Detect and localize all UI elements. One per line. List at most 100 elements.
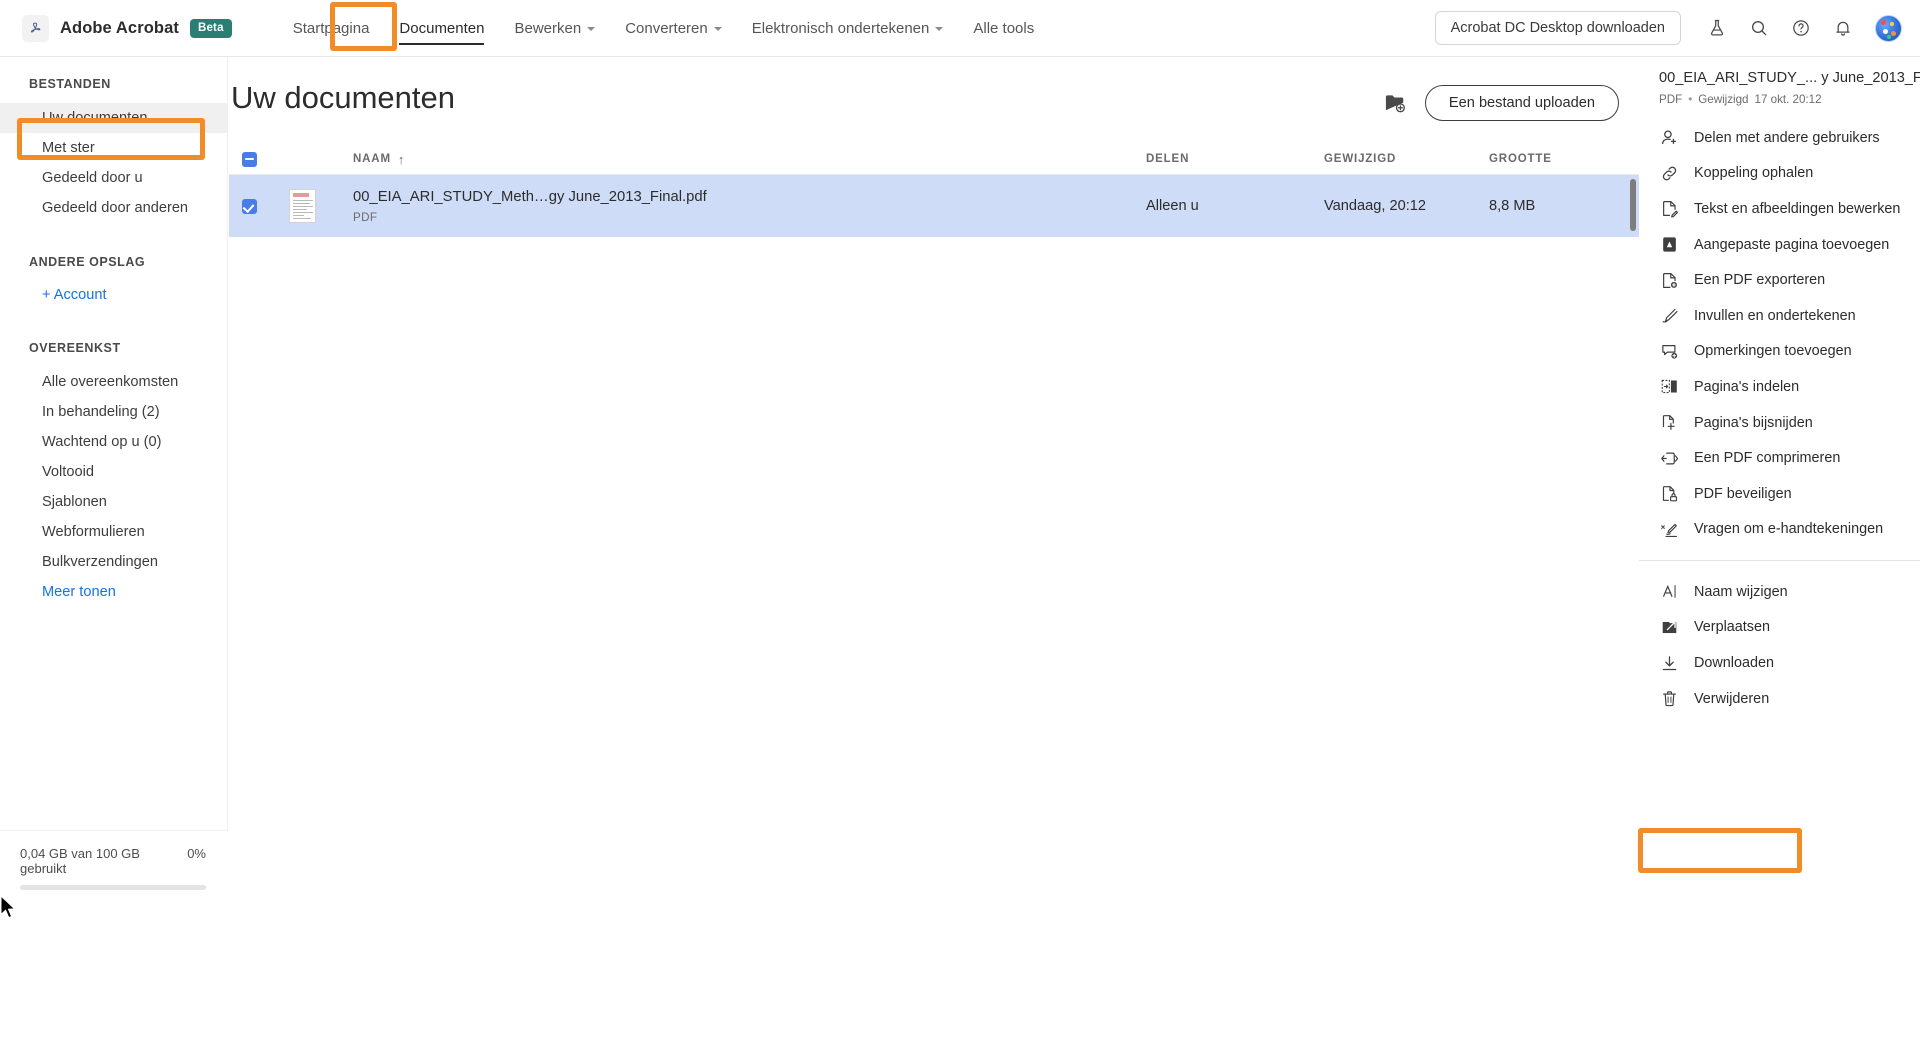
action-label: Invullen en ondertekenen: [1694, 307, 1856, 324]
column-label: DELEN: [1146, 153, 1190, 165]
avatar[interactable]: [1875, 14, 1902, 42]
sidebar-item-voltooid[interactable]: Voltooid: [0, 457, 227, 487]
action-downloaden[interactable]: Downloaden: [1639, 645, 1920, 681]
sidebar-item-label: Sjablonen: [42, 494, 107, 510]
column-header-naam[interactable]: NAAM ↑: [305, 152, 1146, 167]
select-all-checkbox[interactable]: [242, 151, 257, 167]
top-right-actions: Acrobat DC Desktop downloaden: [1434, 9, 1902, 47]
upload-file-button[interactable]: Een bestand uploaden: [1424, 85, 1619, 121]
action-invullen-en-ondertekenen[interactable]: Invullen en ondertekenen: [1639, 298, 1920, 334]
panel-actions-group-file: Naam wijzigen Verplaatsen Downloaden Ver…: [1639, 574, 1920, 716]
action-label: Vragen om e-handtekeningen: [1694, 521, 1884, 538]
table-row[interactable]: 00_EIA_ARI_STUDY_Meth…gy June_2013_Final…: [229, 175, 1639, 237]
action-label: Koppeling ophalen: [1694, 165, 1814, 182]
sidebar-item-bulkverzendingen[interactable]: Bulkverzendingen: [0, 547, 227, 577]
share-user-icon: [1659, 128, 1679, 148]
panel-file-meta: PDF • Gewijzigd 17 okt. 20:12: [1639, 88, 1920, 106]
scrollbar-thumb[interactable]: [1630, 179, 1636, 231]
compress-pdf-icon: [1659, 448, 1679, 468]
file-size: 8,8 MB: [1489, 198, 1536, 214]
chevron-down-icon: [713, 27, 722, 31]
action-opmerkingen-toevoegen[interactable]: Opmerkingen toevoegen: [1639, 334, 1920, 370]
action-koppeling-ophalen[interactable]: Koppeling ophalen: [1639, 156, 1920, 192]
comment-icon: [1659, 341, 1679, 361]
column-header-grootte[interactable]: GROOTTE: [1489, 153, 1639, 165]
new-folder-icon[interactable]: [1384, 93, 1407, 113]
fill-sign-icon: [1659, 306, 1679, 326]
flask-icon[interactable]: [1698, 9, 1736, 47]
nav-item-alle-tools[interactable]: Alle tools: [958, 0, 1049, 57]
action-label: Een PDF exporteren: [1694, 272, 1826, 289]
sort-ascending-icon: ↑: [397, 151, 406, 167]
sidebar-item-uw-documenten[interactable]: Uw documenten: [0, 103, 227, 133]
brand-area[interactable]: Adobe Acrobat Beta: [22, 14, 232, 42]
page-title: Uw documenten: [231, 80, 456, 115]
sidebar-item-label: + Account: [42, 287, 107, 303]
panel-actions-group-primary: Delen met andere gebruikers Koppeling op…: [1639, 120, 1920, 547]
export-pdf-icon: [1659, 270, 1679, 290]
nav-item-documenten[interactable]: Documenten: [384, 0, 499, 57]
nav-item-startpagina[interactable]: Startpagina: [278, 0, 385, 57]
action-verwijderen[interactable]: Verwijderen: [1639, 681, 1920, 717]
sidebar-item-sjablonen[interactable]: Sjablonen: [0, 487, 227, 517]
sidebar-item-label: Alle overeenkomsten: [42, 374, 179, 390]
column-header-gewijzigd[interactable]: GEWIJZIGD: [1324, 153, 1489, 165]
action-pdf-beveiligen[interactable]: PDF beveiligen: [1639, 476, 1920, 512]
sidebar-item-gedeeld-door-u[interactable]: Gedeeld door u: [0, 163, 227, 193]
action-een-pdf-comprimeren[interactable]: Een PDF comprimeren: [1639, 440, 1920, 476]
sidebar-item-label: Webformulieren: [42, 524, 145, 540]
action-vragen-om-e-handtekeningen[interactable]: Vragen om e-handtekeningen: [1639, 512, 1920, 548]
nav-label: Documenten: [399, 19, 485, 37]
action-tekst-en-afbeeldingen-bewerken[interactable]: Tekst en afbeeldingen bewerken: [1639, 191, 1920, 227]
sidebar-item-label: Met ster: [42, 140, 95, 156]
sidebar-show-more[interactable]: Meer tonen: [0, 577, 227, 607]
sidebar-item-in-behandeling[interactable]: In behandeling (2): [0, 397, 227, 427]
file-type: PDF: [353, 211, 378, 225]
mouse-cursor: [0, 895, 16, 919]
row-checkbox[interactable]: [242, 198, 257, 214]
action-aangepaste-pagina-toevoegen[interactable]: Aangepaste pagina toevoegen: [1639, 227, 1920, 263]
action-label: Opmerkingen toevoegen: [1694, 343, 1852, 360]
storage-indicator: 0,04 GB van 100 GB gebruikt 0%: [0, 830, 228, 906]
action-paginas-indelen[interactable]: Pagina's indelen: [1639, 369, 1920, 405]
search-icon[interactable]: [1740, 9, 1778, 47]
panel-divider: [1639, 560, 1920, 562]
nav-label: Startpagina: [292, 19, 370, 37]
header-actions: Een bestand uploaden: [1384, 85, 1619, 121]
sidebar-item-gedeeld-door-anderen[interactable]: Gedeeld door anderen: [0, 193, 227, 223]
sidebar-item-label: Uw documenten: [42, 110, 148, 126]
action-paginas-bijsnijden[interactable]: Pagina's bijsnijden: [1639, 405, 1920, 441]
action-delen-met-andere-gebruikers[interactable]: Delen met andere gebruikers: [1639, 120, 1920, 156]
bell-icon[interactable]: [1824, 9, 1862, 47]
sidebar-item-add-account[interactable]: + Account: [0, 280, 227, 310]
action-naam-wijzigen[interactable]: Naam wijzigen: [1639, 574, 1920, 610]
nav-item-bewerken[interactable]: Bewerken: [499, 0, 610, 57]
beta-badge: Beta: [189, 18, 232, 38]
adobe-acrobat-logo-icon: [22, 14, 49, 42]
file-details-panel: 00_EIA_ARI_STUDY_... y June_2013_Final P…: [1639, 57, 1920, 743]
action-label: Downloaden: [1694, 655, 1775, 672]
sidebar-item-alle-overeenkomsten[interactable]: Alle overeenkomsten: [0, 367, 227, 397]
main-content: Uw documenten Een bestand uploaden NAAM …: [229, 57, 1639, 1043]
action-een-pdf-exporteren[interactable]: Een PDF exporteren: [1639, 262, 1920, 298]
panel-modified-label: Gewijzigd: [1698, 92, 1749, 106]
nav-label: Elektronisch ondertekenen: [751, 19, 930, 37]
column-header-delen[interactable]: DELEN: [1146, 153, 1324, 165]
help-icon[interactable]: [1782, 9, 1820, 47]
action-verplaatsen[interactable]: Verplaatsen: [1639, 610, 1920, 646]
nav-label: Bewerken: [514, 19, 582, 37]
nav-item-converteren[interactable]: Converteren: [610, 0, 737, 57]
sidebar: BESTANDEN Uw documenten Met ster Gedeeld…: [0, 57, 228, 906]
rename-icon: [1659, 582, 1679, 602]
action-label: Aangepaste pagina toevoegen: [1694, 236, 1890, 253]
nav-item-elektronisch-ondertekenen[interactable]: Elektronisch ondertekenen: [737, 0, 959, 57]
meta-separator: •: [1688, 92, 1693, 106]
sidebar-item-webformulieren[interactable]: Webformulieren: [0, 517, 227, 547]
sidebar-item-wachtend-op-u[interactable]: Wachtend op u (0): [0, 427, 227, 457]
sidebar-item-label: Wachtend op u (0): [42, 434, 162, 450]
sidebar-item-met-ster[interactable]: Met ster: [0, 133, 227, 163]
acrobat-desktop-download-button[interactable]: Acrobat DC Desktop downloaden: [1434, 11, 1681, 45]
chevron-down-icon: [935, 27, 944, 31]
file-thumbnail: [289, 189, 316, 223]
action-label: Pagina's bijsnijden: [1694, 414, 1813, 431]
